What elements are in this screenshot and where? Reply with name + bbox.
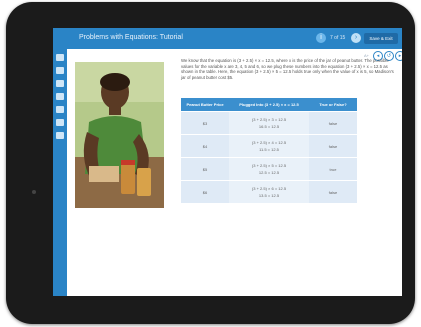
equation-line: 11.5 = 12.5 (259, 147, 279, 152)
info-icon[interactable]: i (316, 33, 326, 43)
result-cell: false (309, 111, 357, 135)
book-icon[interactable] (56, 93, 64, 100)
equation-line: (3 + 2.5) × 5 = 12.5 (251, 163, 287, 168)
equation-cell: (3 + 2.5) × 5 = 12.5 12.5 = 12.5 (229, 157, 309, 181)
equation-line: 16.5 = 12.5 (258, 124, 280, 129)
equation-cell: (3 + 2.5) × 4 = 12.5 11.5 = 12.5 (229, 134, 309, 158)
camera-icon (32, 190, 36, 194)
table-row: $6 (3 + 2.5) × 6 = 12.5 13.5 = 12.5 fals… (181, 180, 357, 203)
equation-line: (3 + 2.5) × 6 = 12.5 (251, 186, 287, 191)
table-row: $4 (3 + 2.5) × 4 = 12.5 11.5 = 12.5 fals… (181, 134, 357, 158)
table-header-row: Peanut Butter Price Plugged Into (3 + 2.… (181, 98, 357, 112)
edit-icon[interactable] (56, 67, 64, 74)
column-header: True or False? (309, 98, 357, 112)
next-icon[interactable]: ▸ (395, 51, 402, 61)
explanation-paragraph: We know that the equation is (3 + 2.5) ×… (181, 58, 394, 80)
column-header: Peanut Butter Price (181, 98, 229, 112)
price-cell: $4 (181, 134, 229, 158)
sidebar (53, 49, 67, 296)
table-row: $5 (3 + 2.5) × 5 = 12.5 12.5 = 12.5 true (181, 157, 357, 181)
save-exit-button[interactable]: Save & Exit (364, 33, 398, 44)
next-button[interactable]: › (351, 33, 361, 43)
student-photo (75, 62, 164, 208)
lightbulb-icon[interactable] (56, 106, 64, 113)
student-photo-illustration (75, 62, 164, 208)
progress-indicator: 7 of 15 (330, 35, 346, 41)
equation-cell: (3 + 2.5) × 6 = 12.5 13.5 = 12.5 (229, 180, 309, 203)
price-cell: $6 (181, 180, 229, 203)
equation-line: (3 + 2.5) × 4 = 12.5 (251, 140, 287, 145)
tablet-screen: Problems with Equations: Tutorial i 7 of… (53, 28, 402, 296)
table-row: $3 (3 + 2.5) × 3 = 12.5 16.5 = 12.5 fals… (181, 111, 357, 135)
equation-line: 12.5 = 12.5 (258, 170, 280, 175)
result-cell: true (309, 157, 357, 181)
equation-cell: (3 + 2.5) × 3 = 12.5 16.5 = 12.5 (229, 111, 309, 135)
result-cell: false (309, 134, 357, 158)
result-cell: false (309, 180, 357, 203)
page-title: Problems with Equations: Tutorial (79, 34, 183, 41)
column-header: Plugged Into (3 + 2.5) × x = 12.5 (229, 98, 309, 112)
tablet-device: Problems with Equations: Tutorial i 7 of… (6, 2, 415, 324)
folder-icon[interactable] (56, 80, 64, 87)
price-cell: $3 (181, 111, 229, 135)
video-icon[interactable] (56, 119, 64, 126)
top-bar: Problems with Equations: Tutorial i 7 of… (53, 28, 402, 49)
tools-icon[interactable] (56, 132, 64, 139)
menu-icon[interactable] (56, 54, 64, 61)
equation-line: 13.5 = 12.5 (258, 193, 280, 198)
price-cell: $5 (181, 157, 229, 181)
equation-line: (3 + 2.5) × 3 = 12.5 (251, 117, 287, 122)
solution-table: Peanut Butter Price Plugged Into (3 + 2.… (181, 98, 357, 203)
